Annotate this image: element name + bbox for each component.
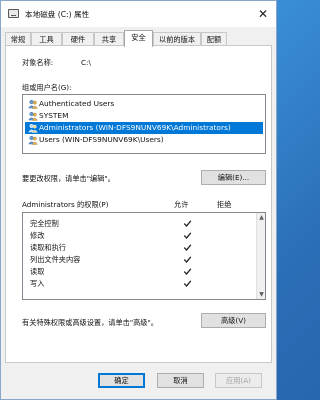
allow-check-icon — [183, 280, 192, 287]
scroll-up-arrow-icon[interactable]: ▲ — [258, 214, 265, 221]
list-item[interactable]: Authenticated Users — [25, 98, 263, 110]
tab-tools[interactable]: 工具 — [31, 32, 62, 46]
list-item-label: SYSTEM — [39, 111, 69, 120]
advanced-hint: 有关特殊权限或高级设置，请单击"高级"。 — [22, 318, 158, 327]
scroll-down-arrow-icon[interactable]: ▼ — [258, 291, 265, 298]
table-row: 修改 — [25, 230, 245, 242]
allow-check-icon — [183, 268, 192, 275]
allow-check-icon — [183, 256, 192, 263]
table-row: 列出文件夹内容 — [25, 254, 245, 266]
cancel-button[interactable]: 取消 — [157, 373, 204, 388]
table-row: 完全控制 — [25, 218, 245, 230]
table-row: 读取 — [25, 266, 245, 278]
user-group-icon — [28, 135, 38, 145]
list-item[interactable]: Users (WIN-DFS9NUNV69K\Users) — [25, 134, 263, 146]
permissions-scrollbar[interactable]: ▲ ▼ — [256, 213, 265, 299]
permission-name: 读取和执行 — [30, 243, 66, 252]
tab-hardware[interactable]: 硬件 — [62, 32, 94, 46]
tab-general[interactable]: 常规 — [5, 32, 31, 46]
list-item[interactable]: SYSTEM — [25, 110, 263, 122]
permission-name: 读取 — [30, 267, 45, 276]
tab-security[interactable]: 安全 — [124, 30, 153, 47]
allow-check-icon — [183, 232, 192, 239]
tab-previous-versions[interactable]: 以前的版本 — [153, 32, 201, 46]
apply-button[interactable]: 应用(A) — [215, 373, 262, 388]
list-item-label: Authenticated Users — [39, 99, 115, 108]
ok-button[interactable]: 确定 — [98, 373, 145, 388]
title-bar[interactable]: 本地磁盘 (C:) 属性 ✕ — [1, 1, 276, 27]
window-title: 本地磁盘 (C:) 属性 — [25, 10, 90, 19]
permissions-label: Administrators 的权限(P) — [22, 200, 109, 209]
tab-quota[interactable]: 配额 — [201, 32, 227, 46]
deny-header: 拒绝 — [217, 200, 232, 209]
user-group-icon — [28, 123, 38, 133]
list-item-label: Administrators (WIN-DFS9NUNV69K\Administ… — [39, 123, 231, 132]
permission-name: 写入 — [30, 279, 45, 288]
tab-sharing[interactable]: 共享 — [94, 32, 124, 46]
close-button[interactable]: ✕ — [256, 7, 270, 21]
groups-listbox[interactable]: Authenticated Users SYSTEM Administrator… — [22, 94, 266, 154]
list-item-label: Users (WIN-DFS9NUNV69K\Users) — [39, 135, 164, 144]
object-name-label: 对象名称: — [22, 58, 54, 67]
object-name-value: C:\ — [81, 58, 91, 67]
permission-name: 完全控制 — [30, 219, 59, 228]
table-row: 读取和执行 — [25, 242, 245, 254]
permissions-listbox[interactable]: 完全控制 修改 读取和执行 列出文件夹内容 读取 写入 ▲ ▼ — [22, 212, 266, 300]
edit-button[interactable]: 编辑(E)... — [201, 170, 266, 185]
allow-check-icon — [183, 220, 192, 227]
properties-window: 本地磁盘 (C:) 属性 ✕ 常规 工具 硬件 共享 安全 以前的版本 配额 对… — [0, 0, 277, 400]
permission-name: 列出文件夹内容 — [30, 255, 81, 264]
permission-name: 修改 — [30, 231, 45, 240]
drive-icon — [8, 9, 19, 18]
table-row: 写入 — [25, 278, 245, 290]
security-panel: 对象名称: C:\ 组或用户名(G): Authenticated Users — [5, 45, 272, 363]
user-group-icon — [28, 99, 38, 109]
user-group-icon — [28, 111, 38, 121]
advanced-button[interactable]: 高级(V) — [201, 313, 266, 328]
allow-check-icon — [183, 244, 192, 251]
groups-label: 组或用户名(G): — [22, 83, 72, 92]
edit-hint: 要更改权限，请单击"编辑"。 — [22, 174, 115, 183]
allow-header: 允许 — [174, 200, 189, 209]
list-item-selected[interactable]: Administrators (WIN-DFS9NUNV69K\Administ… — [25, 122, 263, 134]
